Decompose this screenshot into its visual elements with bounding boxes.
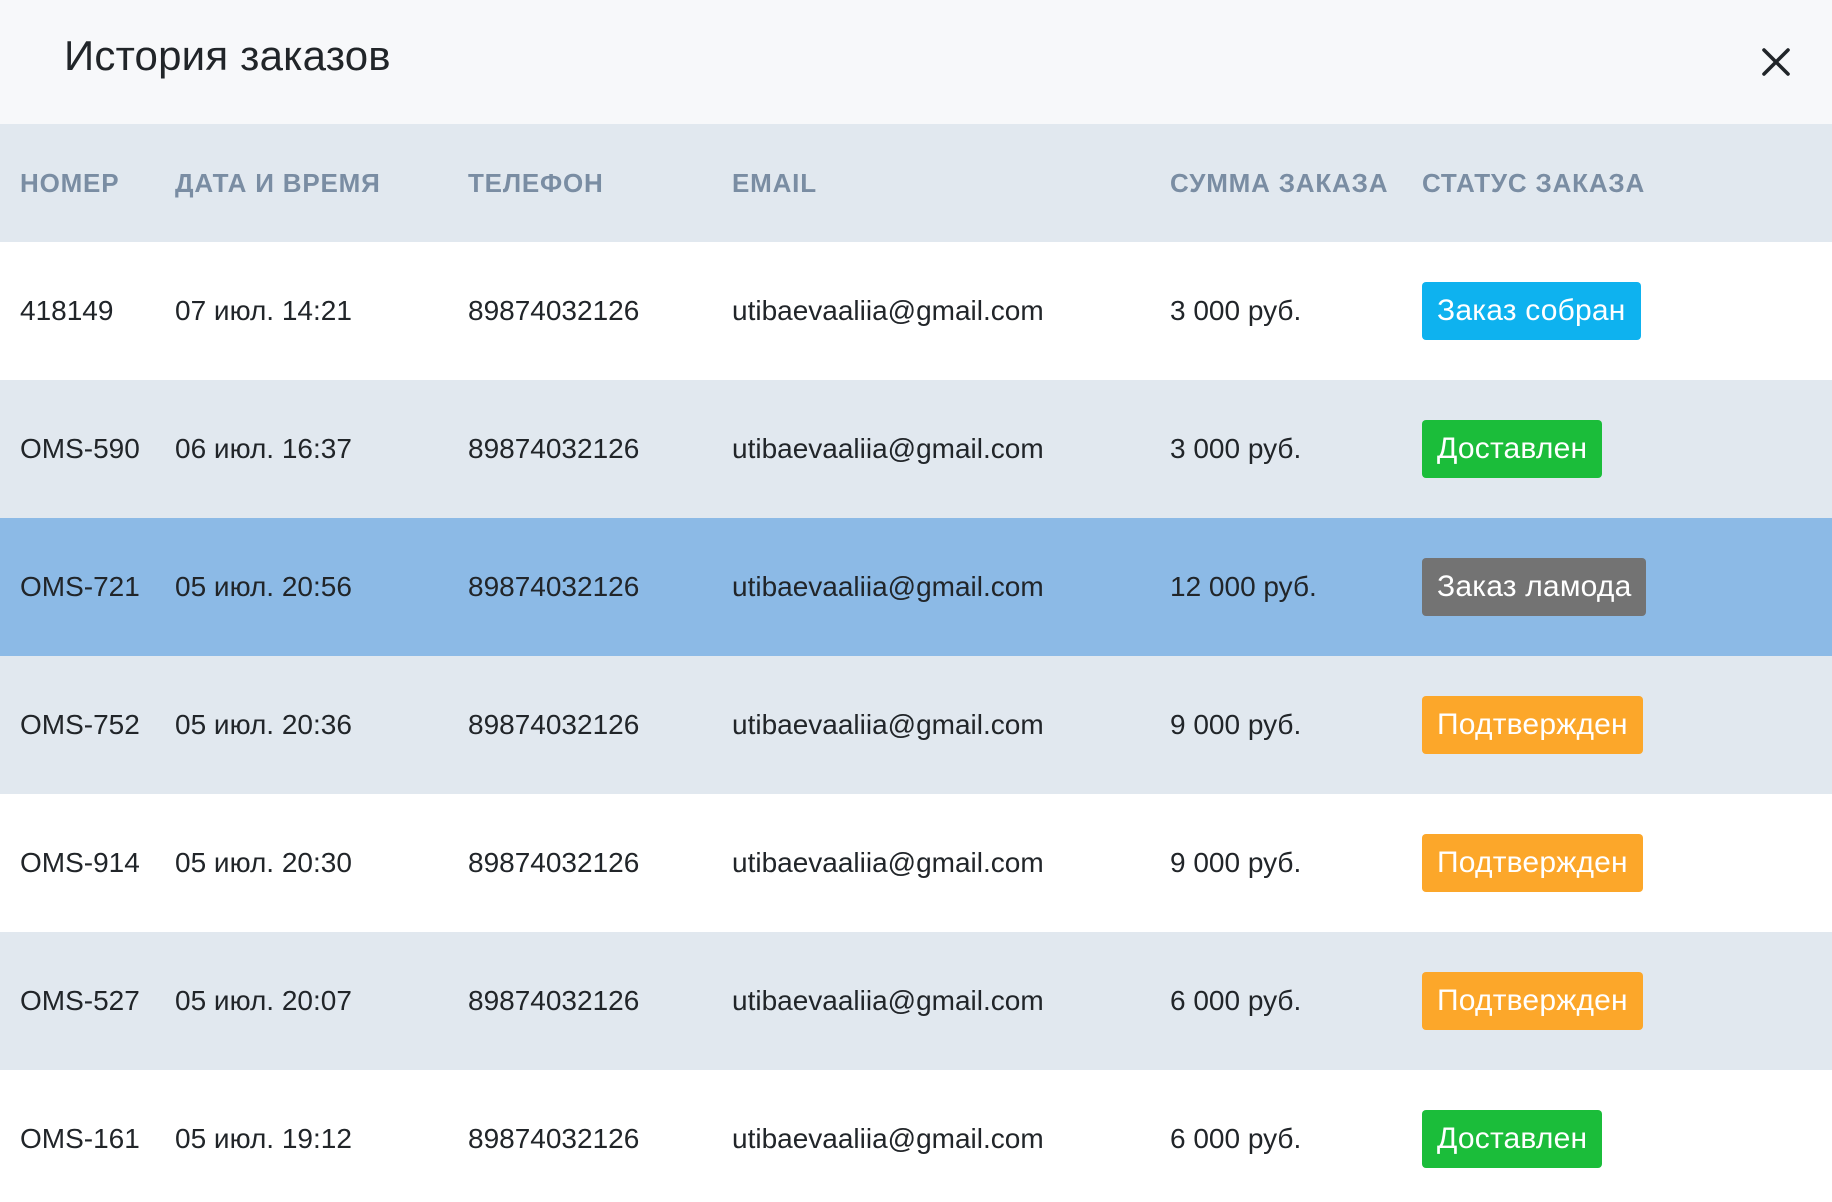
cell-email: utibaevaaliia@gmail.com bbox=[732, 571, 1044, 602]
cell-sum: 9 000 руб. bbox=[1170, 709, 1302, 740]
cell-number: OMS-527 bbox=[20, 985, 140, 1016]
cell-email: utibaevaaliia@gmail.com bbox=[732, 1123, 1044, 1154]
cell-number: OMS-721 bbox=[20, 571, 140, 602]
cell-email: utibaevaaliia@gmail.com bbox=[732, 295, 1044, 326]
modal-title: История заказов bbox=[64, 32, 391, 79]
cell-datetime: 05 июл. 20:30 bbox=[175, 847, 352, 878]
order-history-modal: История заказов НОМЕР ДАТА И ВРЕМЯ ТЕЛЕФ… bbox=[0, 0, 1832, 1202]
close-button[interactable] bbox=[1754, 40, 1798, 84]
status-badge: Подтвержден bbox=[1422, 972, 1643, 1030]
table-body: 418149 07 июл. 14:21 89874032126 utibaev… bbox=[0, 242, 1832, 1202]
table-row[interactable]: OMS-752 05 июл. 20:36 89874032126 utibae… bbox=[0, 656, 1832, 794]
cell-number: OMS-161 bbox=[20, 1123, 140, 1154]
cell-phone: 89874032126 bbox=[468, 571, 640, 602]
table-row[interactable]: OMS-914 05 июл. 20:30 89874032126 utibae… bbox=[0, 794, 1832, 932]
column-header-sum[interactable]: СУММА ЗАКАЗА bbox=[1170, 124, 1422, 242]
cell-phone: 89874032126 bbox=[468, 985, 640, 1016]
cell-status: Доставлен bbox=[1422, 380, 1832, 518]
status-badge: Заказ собран bbox=[1422, 282, 1641, 340]
cell-phone: 89874032126 bbox=[468, 295, 640, 326]
column-header-email[interactable]: EMAIL bbox=[732, 124, 1170, 242]
cell-datetime: 05 июл. 20:36 bbox=[175, 709, 352, 740]
cell-datetime: 06 июл. 16:37 bbox=[175, 433, 352, 464]
cell-phone: 89874032126 bbox=[468, 1123, 640, 1154]
status-badge: Подтвержден bbox=[1422, 834, 1643, 892]
status-badge: Подтвержден bbox=[1422, 696, 1643, 754]
cell-sum: 6 000 руб. bbox=[1170, 1123, 1302, 1154]
cell-number: OMS-752 bbox=[20, 709, 140, 740]
cell-email: utibaevaaliia@gmail.com bbox=[732, 709, 1044, 740]
status-badge: Заказ ламода bbox=[1422, 558, 1647, 616]
column-header-number[interactable]: НОМЕР bbox=[0, 124, 175, 242]
table-row[interactable]: OMS-161 05 июл. 19:12 89874032126 utibae… bbox=[0, 1070, 1832, 1202]
cell-email: utibaevaaliia@gmail.com bbox=[732, 433, 1044, 464]
cell-datetime: 05 июл. 19:12 bbox=[175, 1123, 352, 1154]
cell-number: OMS-590 bbox=[20, 433, 140, 464]
cell-email: utibaevaaliia@gmail.com bbox=[732, 847, 1044, 878]
cell-number: 418149 bbox=[20, 295, 114, 326]
cell-phone: 89874032126 bbox=[468, 709, 640, 740]
cell-status: Подтвержден bbox=[1422, 932, 1832, 1070]
cell-email: utibaevaaliia@gmail.com bbox=[732, 985, 1044, 1016]
column-header-phone[interactable]: ТЕЛЕФОН bbox=[468, 124, 732, 242]
status-badge: Доставлен bbox=[1422, 1110, 1603, 1168]
cell-status: Заказ собран bbox=[1422, 242, 1832, 380]
cell-sum: 3 000 руб. bbox=[1170, 295, 1302, 326]
cell-sum: 9 000 руб. bbox=[1170, 847, 1302, 878]
cell-datetime: 05 июл. 20:07 bbox=[175, 985, 352, 1016]
cell-sum: 6 000 руб. bbox=[1170, 985, 1302, 1016]
cell-phone: 89874032126 bbox=[468, 847, 640, 878]
cell-status: Подтвержден bbox=[1422, 794, 1832, 932]
table-row[interactable]: OMS-590 06 июл. 16:37 89874032126 utibae… bbox=[0, 380, 1832, 518]
cell-number: OMS-914 bbox=[20, 847, 140, 878]
table-row[interactable]: OMS-527 05 июл. 20:07 89874032126 utibae… bbox=[0, 932, 1832, 1070]
table-row[interactable]: 418149 07 июл. 14:21 89874032126 utibaev… bbox=[0, 242, 1832, 380]
cell-datetime: 07 июл. 14:21 bbox=[175, 295, 352, 326]
cell-status: Заказ ламода bbox=[1422, 518, 1832, 656]
orders-table: НОМЕР ДАТА И ВРЕМЯ ТЕЛЕФОН EMAIL СУММА З… bbox=[0, 124, 1832, 1202]
cell-datetime: 05 июл. 20:56 bbox=[175, 571, 352, 602]
status-badge: Доставлен bbox=[1422, 420, 1603, 478]
cell-sum: 12 000 руб. bbox=[1170, 571, 1317, 602]
modal-header: История заказов bbox=[0, 0, 1832, 124]
column-header-datetime[interactable]: ДАТА И ВРЕМЯ bbox=[175, 124, 468, 242]
table-header: НОМЕР ДАТА И ВРЕМЯ ТЕЛЕФОН EMAIL СУММА З… bbox=[0, 124, 1832, 242]
header-row: НОМЕР ДАТА И ВРЕМЯ ТЕЛЕФОН EMAIL СУММА З… bbox=[0, 124, 1832, 242]
cell-sum: 3 000 руб. bbox=[1170, 433, 1302, 464]
close-icon bbox=[1754, 40, 1798, 84]
table-row[interactable]: OMS-721 05 июл. 20:56 89874032126 utibae… bbox=[0, 518, 1832, 656]
cell-status: Подтвержден bbox=[1422, 656, 1832, 794]
column-header-status[interactable]: СТАТУС ЗАКАЗА bbox=[1422, 124, 1832, 242]
cell-status: Доставлен bbox=[1422, 1070, 1832, 1202]
cell-phone: 89874032126 bbox=[468, 433, 640, 464]
